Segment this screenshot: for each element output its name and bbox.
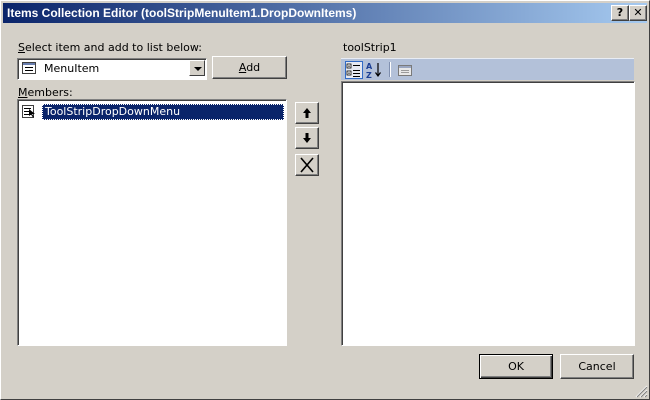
select-item-label: Select item and add to list below: bbox=[18, 41, 202, 54]
alphabetical-sort-icon: A Z bbox=[366, 62, 381, 80]
categorized-icon bbox=[346, 63, 360, 77]
arrow-down-icon bbox=[303, 133, 311, 143]
items-collection-editor-dialog: Items Collection Editor (toolStripMenuIt… bbox=[0, 0, 650, 400]
delete-x-icon bbox=[300, 157, 314, 173]
property-pages-icon bbox=[398, 65, 412, 76]
svg-text:Z: Z bbox=[366, 71, 372, 79]
select-item-mnemonic: S bbox=[18, 41, 25, 54]
arrow-up-icon bbox=[303, 108, 311, 118]
svg-text:A: A bbox=[366, 62, 373, 71]
property-grid[interactable] bbox=[341, 81, 635, 346]
window-title: Items Collection Editor (toolStripMenuIt… bbox=[7, 6, 357, 20]
toolbar-separator bbox=[389, 62, 391, 77]
members-label: Members: bbox=[18, 86, 73, 99]
title-bar[interactable]: Items Collection Editor (toolStripMenuIt… bbox=[3, 3, 647, 23]
combobox-value: MenuItem bbox=[44, 62, 100, 75]
resize-grip-icon[interactable] bbox=[634, 384, 648, 398]
close-button[interactable]: ✕ bbox=[629, 5, 647, 21]
close-icon: ✕ bbox=[633, 6, 643, 19]
move-down-button[interactable] bbox=[295, 127, 319, 149]
categorized-button[interactable] bbox=[345, 61, 363, 79]
list-item[interactable]: ToolStripDropDownMenu bbox=[20, 104, 284, 120]
chevron-down-icon[interactable] bbox=[189, 60, 205, 76]
cancel-button[interactable]: Cancel bbox=[560, 354, 634, 379]
members-listbox[interactable]: ToolStripDropDownMenu bbox=[17, 99, 287, 346]
members-mnemonic: M bbox=[18, 86, 28, 99]
ok-button[interactable]: OK bbox=[479, 354, 553, 379]
members-label-text: embers: bbox=[27, 86, 73, 99]
add-button[interactable]: Add bbox=[212, 56, 287, 79]
help-icon: ? bbox=[616, 6, 624, 19]
item-type-combobox[interactable]: MenuItem bbox=[17, 58, 207, 80]
list-item-label: ToolStripDropDownMenu bbox=[42, 104, 284, 120]
select-item-label-text: elect item and add to list below: bbox=[24, 41, 203, 54]
menu-item-icon bbox=[22, 62, 36, 74]
property-pages-button[interactable] bbox=[396, 61, 414, 79]
dropdown-menu-icon bbox=[22, 105, 35, 118]
alphabetical-button[interactable]: A Z bbox=[365, 61, 383, 80]
remove-button[interactable] bbox=[295, 154, 319, 176]
add-label-text: dd bbox=[246, 61, 261, 74]
property-grid-toolbar: A Z bbox=[341, 58, 634, 80]
property-object-name: toolStrip1 bbox=[343, 41, 397, 54]
help-button[interactable]: ? bbox=[611, 5, 629, 21]
move-up-button[interactable] bbox=[295, 102, 319, 124]
